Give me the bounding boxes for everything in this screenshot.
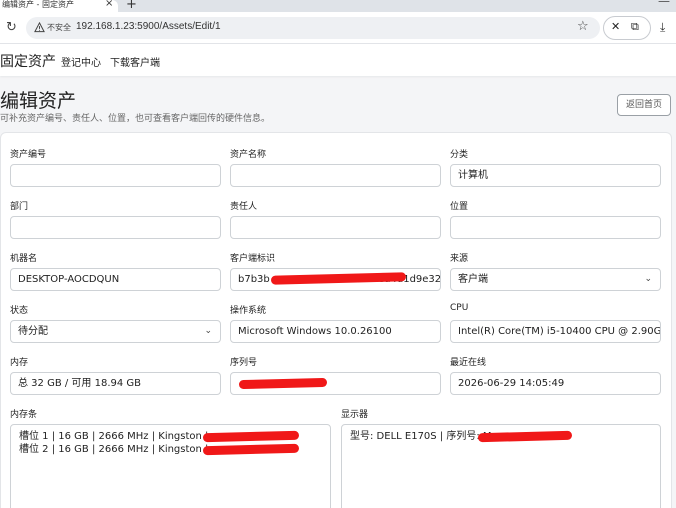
owner-label: 责任人 [230, 202, 258, 212]
source-label: 来源 [450, 254, 469, 264]
cpu-input[interactable]: Intel(R) Core(TM) i5-10400 CPU @ 2.90GHz [450, 320, 661, 343]
source-value: 客户端 [458, 274, 488, 285]
status-select[interactable]: 待分配 ⌄ [10, 320, 221, 343]
client-id-value: b7b3b [238, 274, 270, 285]
back-home-button[interactable]: 返回首页 [617, 94, 671, 116]
location-input[interactable] [450, 216, 661, 239]
asset-no-input[interactable] [10, 164, 221, 187]
hostname-label: 机器名 [10, 254, 38, 264]
reload-icon[interactable]: ↻ [6, 20, 17, 35]
nav-link-register[interactable]: 登记中心 [61, 54, 101, 69]
asset-name-input[interactable] [230, 164, 441, 187]
department-input[interactable] [10, 216, 221, 239]
status-label: 状态 [10, 306, 29, 316]
memory-sticks-label: 内存条 [10, 410, 38, 420]
browser-toolbar: ↻ 不安全 192.168.1.23:5900/Assets/Edit/1 ☆ … [0, 12, 676, 44]
memory-stick-line: 槽位 1 | 16 GB | 2666 MHz | Kingston | [19, 430, 322, 443]
cpu-label: CPU [450, 303, 469, 313]
download-icon[interactable]: ⤓ [660, 20, 665, 35]
memory-stick-line: 槽位 2 | 16 GB | 2666 MHz | Kingston | [19, 443, 322, 456]
location-label: 位置 [450, 202, 469, 212]
minimize-icon[interactable]: — [658, 0, 670, 8]
monitors-textarea[interactable]: 型号: DELL E170S | 序列号: M [341, 424, 661, 508]
memory-input[interactable]: 总 32 GB / 可用 18.94 GB [10, 372, 221, 395]
redaction-mark [238, 377, 328, 390]
category-label: 分类 [450, 150, 469, 160]
status-value: 待分配 [18, 326, 48, 337]
warning-icon[interactable] [34, 22, 45, 33]
asset-form-card: 资产编号 资产名称 分类 计算机 部门 责任人 位置 机器名 DESKTOP-A… [0, 132, 672, 508]
close-icon[interactable]: ✕ [611, 20, 620, 33]
memory-stick-2: 槽位 2 | 16 GB | 2666 MHz | Kingston | [19, 444, 209, 455]
memory-label: 内存 [10, 358, 29, 368]
extension-group: ✕ ⧉ [603, 16, 651, 40]
app-navbar: 固定资产 登记中心 下载客户端 [0, 44, 676, 76]
chevron-down-icon: ⌄ [644, 274, 652, 284]
browser-tabstrip: 编辑资产 - 固定资产 × + — [0, 0, 676, 12]
client-id-label: 客户端标识 [230, 254, 276, 264]
asset-no-label: 资产编号 [10, 150, 47, 160]
redaction-mark [202, 430, 300, 443]
client-id-input[interactable]: b7b3b ed4d1d9e329 [230, 268, 441, 291]
serial-label: 序列号 [230, 358, 258, 368]
monitors-label: 显示器 [341, 410, 369, 420]
chevron-down-icon: ⌄ [204, 326, 212, 336]
redaction-mark [202, 443, 300, 456]
owner-input[interactable] [230, 216, 441, 239]
monitor-line: 型号: DELL E170S | 序列号: M [350, 430, 652, 443]
tab-title: 编辑资产 - 固定资产 [2, 0, 74, 9]
hostname-input[interactable]: DESKTOP-AOCDQUN [10, 268, 221, 291]
os-input[interactable]: Microsoft Windows 10.0.26100 [230, 320, 441, 343]
memory-stick-1: 槽位 1 | 16 GB | 2666 MHz | Kingston | [19, 431, 209, 442]
source-select[interactable]: 客户端 ⌄ [450, 268, 661, 291]
address-bar[interactable]: 不安全 192.168.1.23:5900/Assets/Edit/1 ☆ [26, 17, 600, 39]
close-icon[interactable]: × [105, 0, 113, 9]
category-input[interactable]: 计算机 [450, 164, 661, 187]
brand-link[interactable]: 固定资产 [0, 51, 56, 71]
star-icon[interactable]: ☆ [577, 19, 589, 34]
monitor-1: 型号: DELL E170S | 序列号: M [350, 431, 492, 442]
serial-input[interactable] [230, 372, 441, 395]
department-label: 部门 [10, 202, 29, 212]
memory-sticks-textarea[interactable]: 槽位 1 | 16 GB | 2666 MHz | Kingston | 槽位 … [10, 424, 331, 508]
page-subtitle: 可补充资产编号、责任人、位置，也可查看客户端回传的硬件信息。 [0, 114, 271, 124]
security-label[interactable]: 不安全 [47, 22, 71, 33]
last-online-label: 最近在线 [450, 358, 487, 368]
redaction-mark [477, 430, 573, 443]
last-online-input[interactable]: 2026-06-29 14:05:49 [450, 372, 661, 395]
os-label: 操作系统 [230, 306, 267, 316]
nav-link-download[interactable]: 下载客户端 [110, 54, 160, 69]
url-text[interactable]: 192.168.1.23:5900/Assets/Edit/1 [76, 21, 221, 32]
page-title: 编辑资产 [0, 90, 77, 112]
puzzle-icon[interactable]: ⧉ [631, 20, 639, 34]
new-tab-icon[interactable]: + [126, 0, 137, 12]
asset-name-label: 资产名称 [230, 150, 267, 160]
browser-tab[interactable]: 编辑资产 - 固定资产 × [0, 0, 118, 12]
